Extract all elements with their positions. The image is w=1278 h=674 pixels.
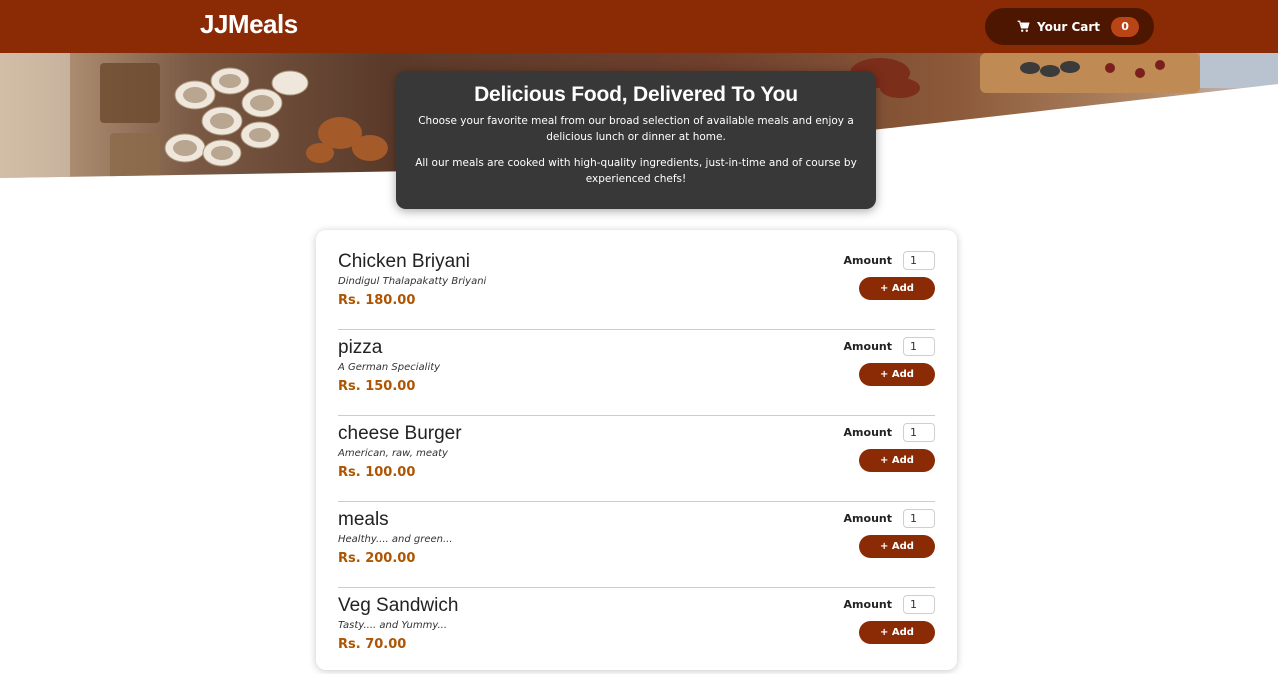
- add-to-cart-button[interactable]: + Add: [859, 535, 935, 558]
- meal-item: pizza A German Speciality Rs. 150.00 Amo…: [338, 330, 935, 416]
- add-to-cart-button[interactable]: + Add: [859, 449, 935, 472]
- meal-item: meals Healthy.... and green... Rs. 200.0…: [338, 502, 935, 588]
- amount-row: Amount: [844, 251, 935, 270]
- amount-row: Amount: [844, 337, 935, 356]
- amount-input[interactable]: [903, 337, 935, 356]
- meal-add-form: Amount + Add: [815, 251, 935, 307]
- add-to-cart-button[interactable]: + Add: [859, 363, 935, 386]
- amount-label: Amount: [843, 254, 892, 267]
- add-to-cart-button[interactable]: + Add: [859, 277, 935, 300]
- cart-count-badge: 0: [1111, 16, 1140, 37]
- meal-item: Veg Sandwich Tasty.... and Yummy... Rs. …: [338, 588, 935, 674]
- amount-input[interactable]: [903, 423, 935, 442]
- meal-add-form: Amount + Add: [815, 595, 935, 651]
- meals-list: Chicken Briyani Dindigul Thalapakatty Br…: [338, 244, 935, 674]
- amount-label: Amount: [843, 426, 892, 439]
- meal-add-form: Amount + Add: [815, 509, 935, 565]
- meals-list-card: Chicken Briyani Dindigul Thalapakatty Br…: [316, 230, 957, 670]
- amount-row: Amount: [844, 595, 935, 614]
- amount-label: Amount: [843, 340, 892, 353]
- meal-add-form: Amount + Add: [815, 337, 935, 393]
- summary-paragraph-2: All our meals are cooked with high-quali…: [415, 157, 857, 185]
- brand-logo: JJMeals: [200, 9, 298, 39]
- summary-title: Delicious Food, Delivered To You: [474, 83, 798, 106]
- amount-input[interactable]: [903, 509, 935, 528]
- amount-label: Amount: [843, 512, 892, 525]
- amount-label: Amount: [843, 598, 892, 611]
- amount-row: Amount: [844, 509, 935, 528]
- meal-add-form: Amount + Add: [815, 423, 935, 479]
- shopping-cart-icon: [1017, 20, 1031, 34]
- summary-paragraph-1: Choose your favorite meal from our broad…: [418, 115, 854, 143]
- app-header: JJMeals Your Cart 0: [0, 0, 1278, 53]
- add-to-cart-button[interactable]: + Add: [859, 621, 935, 644]
- summary-card: Delicious Food, Delivered To You Choose …: [396, 71, 876, 209]
- amount-input[interactable]: [903, 595, 935, 614]
- amount-input[interactable]: [903, 251, 935, 270]
- cart-button[interactable]: Your Cart 0: [985, 8, 1154, 45]
- meal-item: Chicken Briyani Dindigul Thalapakatty Br…: [338, 244, 935, 330]
- meal-item: cheese Burger American, raw, meaty Rs. 1…: [338, 416, 935, 502]
- amount-row: Amount: [844, 423, 935, 442]
- cart-label: Your Cart: [1037, 19, 1101, 34]
